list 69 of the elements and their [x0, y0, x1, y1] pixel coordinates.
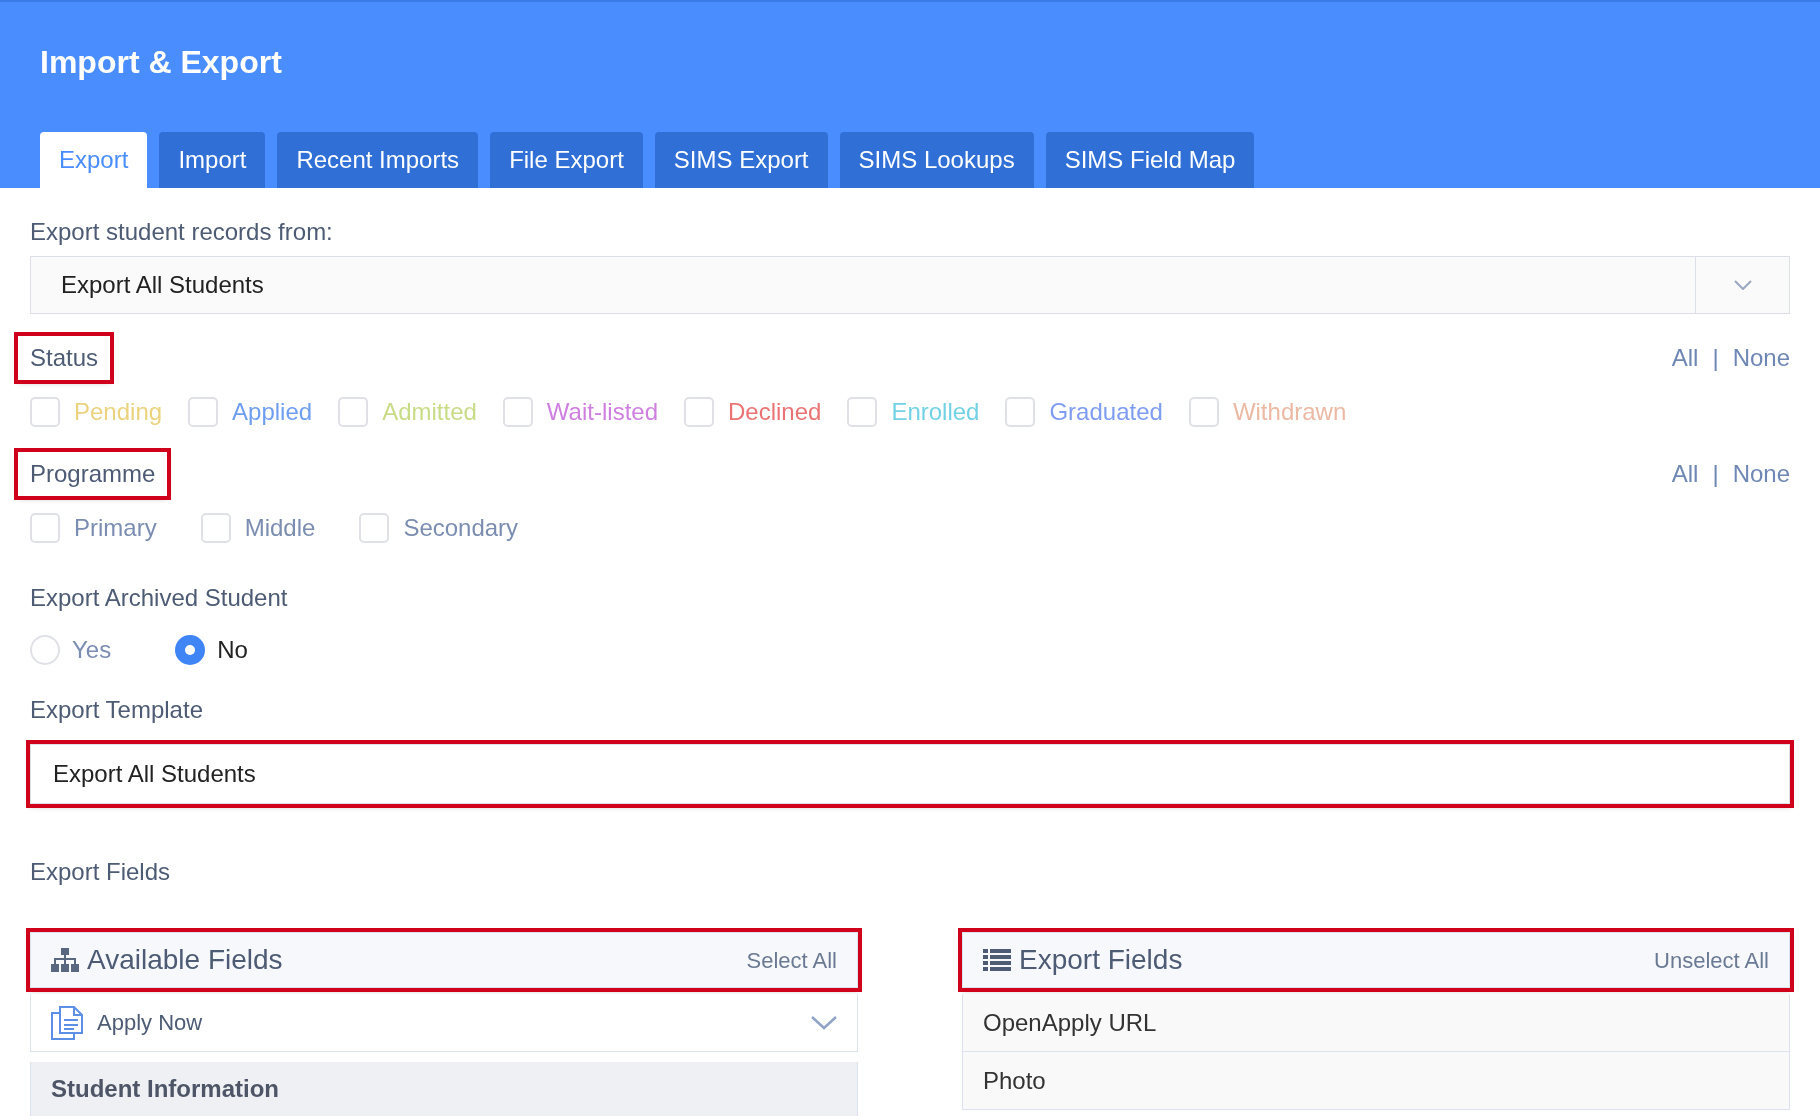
checkbox-option[interactable]: Primary [30, 510, 157, 546]
separator: | [1712, 459, 1719, 489]
select-value: Export All Students [60, 270, 265, 300]
checkbox[interactable] [1188, 397, 1219, 427]
checkbox-option[interactable]: Applied [188, 394, 313, 430]
checkbox-option[interactable]: Middle [200, 510, 316, 546]
all-link[interactable]: All [1671, 340, 1699, 376]
checkbox-option[interactable]: Wait-listed [502, 394, 658, 430]
panel-action-link[interactable]: Select All [746, 943, 837, 977]
option-label: Applied [232, 397, 313, 427]
checkbox[interactable] [502, 397, 533, 427]
option-label: Middle [244, 513, 316, 543]
list-icon [983, 948, 1011, 972]
tab[interactable]: SIMS Lookups [839, 132, 1034, 188]
none-link[interactable]: None [1732, 456, 1790, 492]
radio-button[interactable] [175, 635, 206, 665]
tab[interactable]: Export [40, 132, 148, 188]
tab[interactable]: File Export [490, 132, 643, 188]
option-label: Enrolled [891, 397, 980, 427]
checkbox[interactable] [338, 397, 369, 427]
panel-title: Export Fields [1019, 943, 1183, 977]
panel-title: Available Fields [87, 943, 283, 977]
option-label: No [217, 635, 248, 665]
checkbox-option[interactable]: Graduated [1005, 394, 1163, 430]
field-row[interactable]: OpenApply URL [962, 994, 1790, 1052]
option-label: Yes [72, 635, 112, 665]
checkbox-option[interactable]: Declined [684, 394, 822, 430]
page-title: Import & Export [40, 43, 283, 82]
tab[interactable]: Recent Imports [277, 132, 479, 188]
field-label: Export Archived Student [30, 583, 289, 613]
tab[interactable]: Import [159, 132, 266, 188]
checkbox-option[interactable]: Secondary [359, 510, 519, 546]
checkbox[interactable] [684, 397, 714, 427]
tab[interactable]: SIMS Export [654, 132, 828, 188]
field-row[interactable]: Photo [962, 1052, 1790, 1110]
radio-option[interactable]: Yes [30, 632, 112, 668]
option-label: Pending [74, 397, 163, 427]
checkbox[interactable] [30, 513, 60, 543]
option-label: Declined [728, 397, 822, 427]
option-label: Primary [74, 513, 157, 543]
checkbox[interactable] [188, 397, 219, 427]
select-field[interactable]: Export All Students [30, 256, 1790, 314]
documents-icon [51, 1005, 83, 1040]
field-label: Export Template [30, 695, 204, 725]
field-label: Export student records from: [30, 217, 334, 247]
panel-action-link[interactable]: Unselect All [1654, 943, 1769, 977]
hierarchy-icon [51, 948, 79, 972]
group-label: Apply Now [97, 1009, 203, 1037]
checkbox[interactable] [359, 513, 390, 543]
section-heading: Student Information [30, 1062, 858, 1116]
all-link[interactable]: All [1671, 456, 1699, 492]
checkbox[interactable] [200, 513, 231, 543]
field-label: Export Fields [30, 857, 172, 887]
none-link[interactable]: None [1732, 340, 1790, 376]
radio-option[interactable]: No [175, 632, 248, 668]
checkbox[interactable] [1005, 397, 1036, 427]
radio-button[interactable] [30, 635, 60, 665]
option-label: Withdrawn [1232, 397, 1347, 427]
option-label: Secondary [403, 513, 519, 543]
chevron-down-icon [1733, 280, 1752, 290]
chevron-down-icon [811, 1015, 837, 1030]
option-label: Admitted [382, 397, 477, 427]
checkbox[interactable] [30, 397, 60, 427]
checkbox[interactable] [847, 397, 878, 427]
tab[interactable]: SIMS Field Map [1045, 132, 1255, 188]
group-row[interactable]: Apply Now [30, 994, 858, 1052]
separator: | [1712, 343, 1719, 373]
option-label: Graduated [1049, 397, 1163, 427]
option-label: Wait-listed [546, 397, 658, 427]
